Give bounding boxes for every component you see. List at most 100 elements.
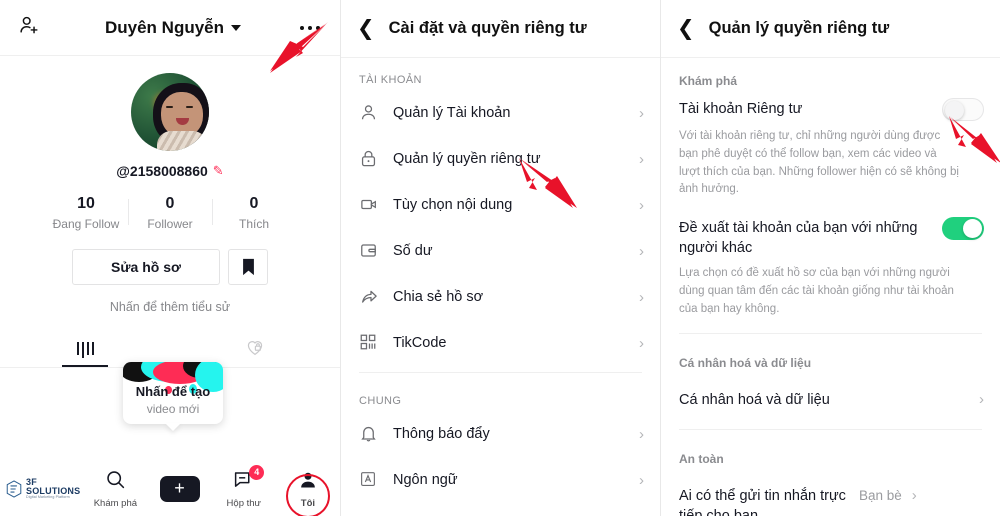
chevron-right-icon: ›: [639, 425, 644, 443]
profile-header: Duyên Nguyễn: [0, 0, 340, 56]
screenshot-root: Duyên Nguyễn @2158008860 ✎ 10 Đang Follo…: [0, 0, 1000, 516]
suggest-account-row[interactable]: Đề xuất tài khoản của bạn với những ngườ…: [661, 215, 1000, 258]
stat-value: 0: [165, 195, 175, 212]
tooltip-pointer: [165, 423, 181, 431]
qr-code-icon: [359, 333, 379, 353]
create-video-tooltip[interactable]: Nhấn để tạo video mới: [123, 362, 223, 431]
profile-actions: Sửa hồ sơ: [0, 249, 340, 285]
settings-row-push-notifications[interactable]: Thông báo đẩy ›: [341, 411, 660, 457]
section-label-discover: Khám phá: [679, 74, 738, 88]
chevron-right-icon: ›: [639, 288, 644, 306]
bio-hint[interactable]: Nhấn để thêm tiểu sử: [0, 300, 340, 314]
plus-create-icon[interactable]: +: [155, 476, 204, 502]
profile-title[interactable]: Duyên Nguyễn: [105, 18, 242, 38]
private-account-toggle[interactable]: [942, 98, 984, 121]
chevron-right-icon: ›: [639, 150, 644, 168]
tooltip-line-1: Nhấn để tạo: [135, 384, 211, 399]
private-account-row[interactable]: Tài khoản Riêng tư: [661, 96, 1000, 121]
more-options-icon[interactable]: [298, 20, 322, 36]
direct-message-row[interactable]: Ai có thể gửi tin nhắn trực tiếp cho bạn…: [661, 474, 1000, 516]
tooltip-line-2: video mới: [146, 402, 200, 416]
privacy-screen: ❮ Quản lý quyền riêng tư Khám phá Tài kh…: [660, 0, 1000, 516]
chevron-right-icon: ›: [911, 487, 917, 505]
pencil-icon[interactable]: ✎: [213, 163, 224, 179]
handle-text: @2158008860: [116, 163, 208, 179]
stat-following[interactable]: 10 Đang Follow: [44, 195, 128, 231]
add-person-icon[interactable]: [18, 14, 40, 41]
row-value: Bạn bè: [859, 488, 902, 504]
section-label-safety: An toàn: [679, 452, 724, 467]
personalization-row[interactable]: Cá nhân hoá và dữ liệu ›: [661, 378, 1000, 424]
chevron-left-icon[interactable]: ❮: [677, 18, 695, 39]
avatar-container: [0, 73, 340, 151]
profile-handle[interactable]: @2158008860 ✎: [0, 163, 340, 179]
avatar[interactable]: [131, 73, 209, 151]
chevron-right-icon: ›: [639, 196, 644, 214]
settings-title: Cài đặt và quyền riêng tư: [388, 19, 587, 37]
row-label: Số dư: [393, 243, 433, 259]
wallet-icon: [359, 241, 379, 261]
stat-value: 0: [249, 195, 259, 212]
inbox-icon: 4: [233, 464, 265, 495]
nav-inbox[interactable]: 4 Hộp thư: [212, 464, 276, 509]
toggle-title: Đề xuất tài khoản của bạn với những ngườ…: [679, 220, 918, 256]
toggle-title: Tài khoản Riêng tư: [679, 101, 803, 117]
stat-label: Follower: [147, 217, 193, 231]
suggest-account-toggle[interactable]: [942, 217, 984, 241]
video-icon: [359, 195, 379, 215]
privacy-title: Quản lý quyền riêng tư: [708, 19, 890, 37]
row-label: Thông báo đẩy: [393, 426, 490, 442]
row-label: Cá nhân hoá và dữ liệu: [679, 391, 830, 408]
row-label: Ai có thể gửi tin nhắn trực tiếp cho bạn: [679, 488, 846, 516]
row-label: Ngôn ngữ: [393, 472, 458, 488]
bottom-navigation: 3F SOLUTIONS Digital Marketing Platform …: [0, 462, 340, 516]
3f-solutions-logo: 3F SOLUTIONS Digital Marketing Platform: [0, 478, 83, 500]
heart-lock-icon: [245, 338, 265, 361]
settings-row-tikcode[interactable]: TikCode ›: [341, 320, 660, 366]
settings-row-balance[interactable]: Số dư ›: [341, 228, 660, 274]
settings-row-language[interactable]: Ngôn ngữ ›: [341, 457, 660, 503]
stat-label: Thích: [238, 217, 269, 231]
settings-row-manage-account[interactable]: Quản lý Tài khoản ›: [341, 90, 660, 136]
share-icon: [359, 287, 379, 307]
stat-value: 10: [77, 195, 95, 212]
chevron-right-icon: ›: [639, 104, 644, 122]
brand-name: 3F SOLUTIONS: [26, 477, 81, 497]
brand-tagline: Digital Marketing Platform: [26, 495, 70, 500]
lock-icon: [359, 149, 379, 169]
row-label: Chia sẻ hồ sơ: [393, 289, 484, 305]
chevron-right-icon: ›: [639, 471, 644, 489]
settings-row-privacy[interactable]: Quản lý quyền riêng tư ›: [341, 136, 660, 182]
section-label-personalization: Cá nhân hoá và dữ liệu: [679, 355, 812, 370]
tab-active-underline: [62, 365, 108, 367]
section-label-account: TÀI KHOẢN: [359, 74, 422, 86]
stat-label: Đang Follow: [52, 217, 120, 231]
section-divider: [679, 429, 982, 431]
bookmark-button[interactable]: [228, 249, 268, 285]
nav-discover[interactable]: Khám phá: [83, 469, 147, 509]
person-icon: [359, 103, 379, 123]
stat-followers[interactable]: 0 Follower: [128, 195, 212, 231]
privacy-header: ❮ Quản lý quyền riêng tư: [661, 0, 1000, 58]
section-label-general: CHUNG: [359, 395, 402, 407]
edit-profile-button[interactable]: Sửa hồ sơ: [72, 249, 220, 285]
bell-icon: [359, 424, 379, 444]
nav-label: Hộp thư: [226, 497, 261, 509]
chevron-right-icon: ›: [639, 334, 644, 352]
search-icon: [105, 469, 126, 495]
active-highlight-circle: [285, 473, 330, 516]
suggest-account-description: Lựa chọn có đề xuất hồ sơ của bạn với nh…: [679, 267, 954, 315]
nav-label: Khám phá: [93, 498, 138, 509]
nav-create[interactable]: +: [147, 476, 211, 502]
settings-row-content-preferences[interactable]: Tùy chọn nội dung ›: [341, 182, 660, 228]
settings-row-share-profile[interactable]: Chia sẻ hồ sơ ›: [341, 274, 660, 320]
stat-likes[interactable]: 0 Thích: [212, 195, 296, 231]
row-label: Quản lý Tài khoản: [393, 105, 511, 121]
logo-mark-icon: [6, 480, 22, 498]
settings-screen: ❮ Cài đặt và quyền riêng tư TÀI KHOẢN Qu…: [340, 0, 660, 516]
row-label: Quản lý quyền riêng tư: [393, 151, 541, 167]
chevron-left-icon[interactable]: ❮: [357, 18, 375, 39]
nav-me[interactable]: Tôi: [276, 470, 340, 516]
private-account-description: Với tài khoản riêng tư, chỉ những người …: [679, 130, 959, 196]
section-divider: [679, 332, 982, 334]
